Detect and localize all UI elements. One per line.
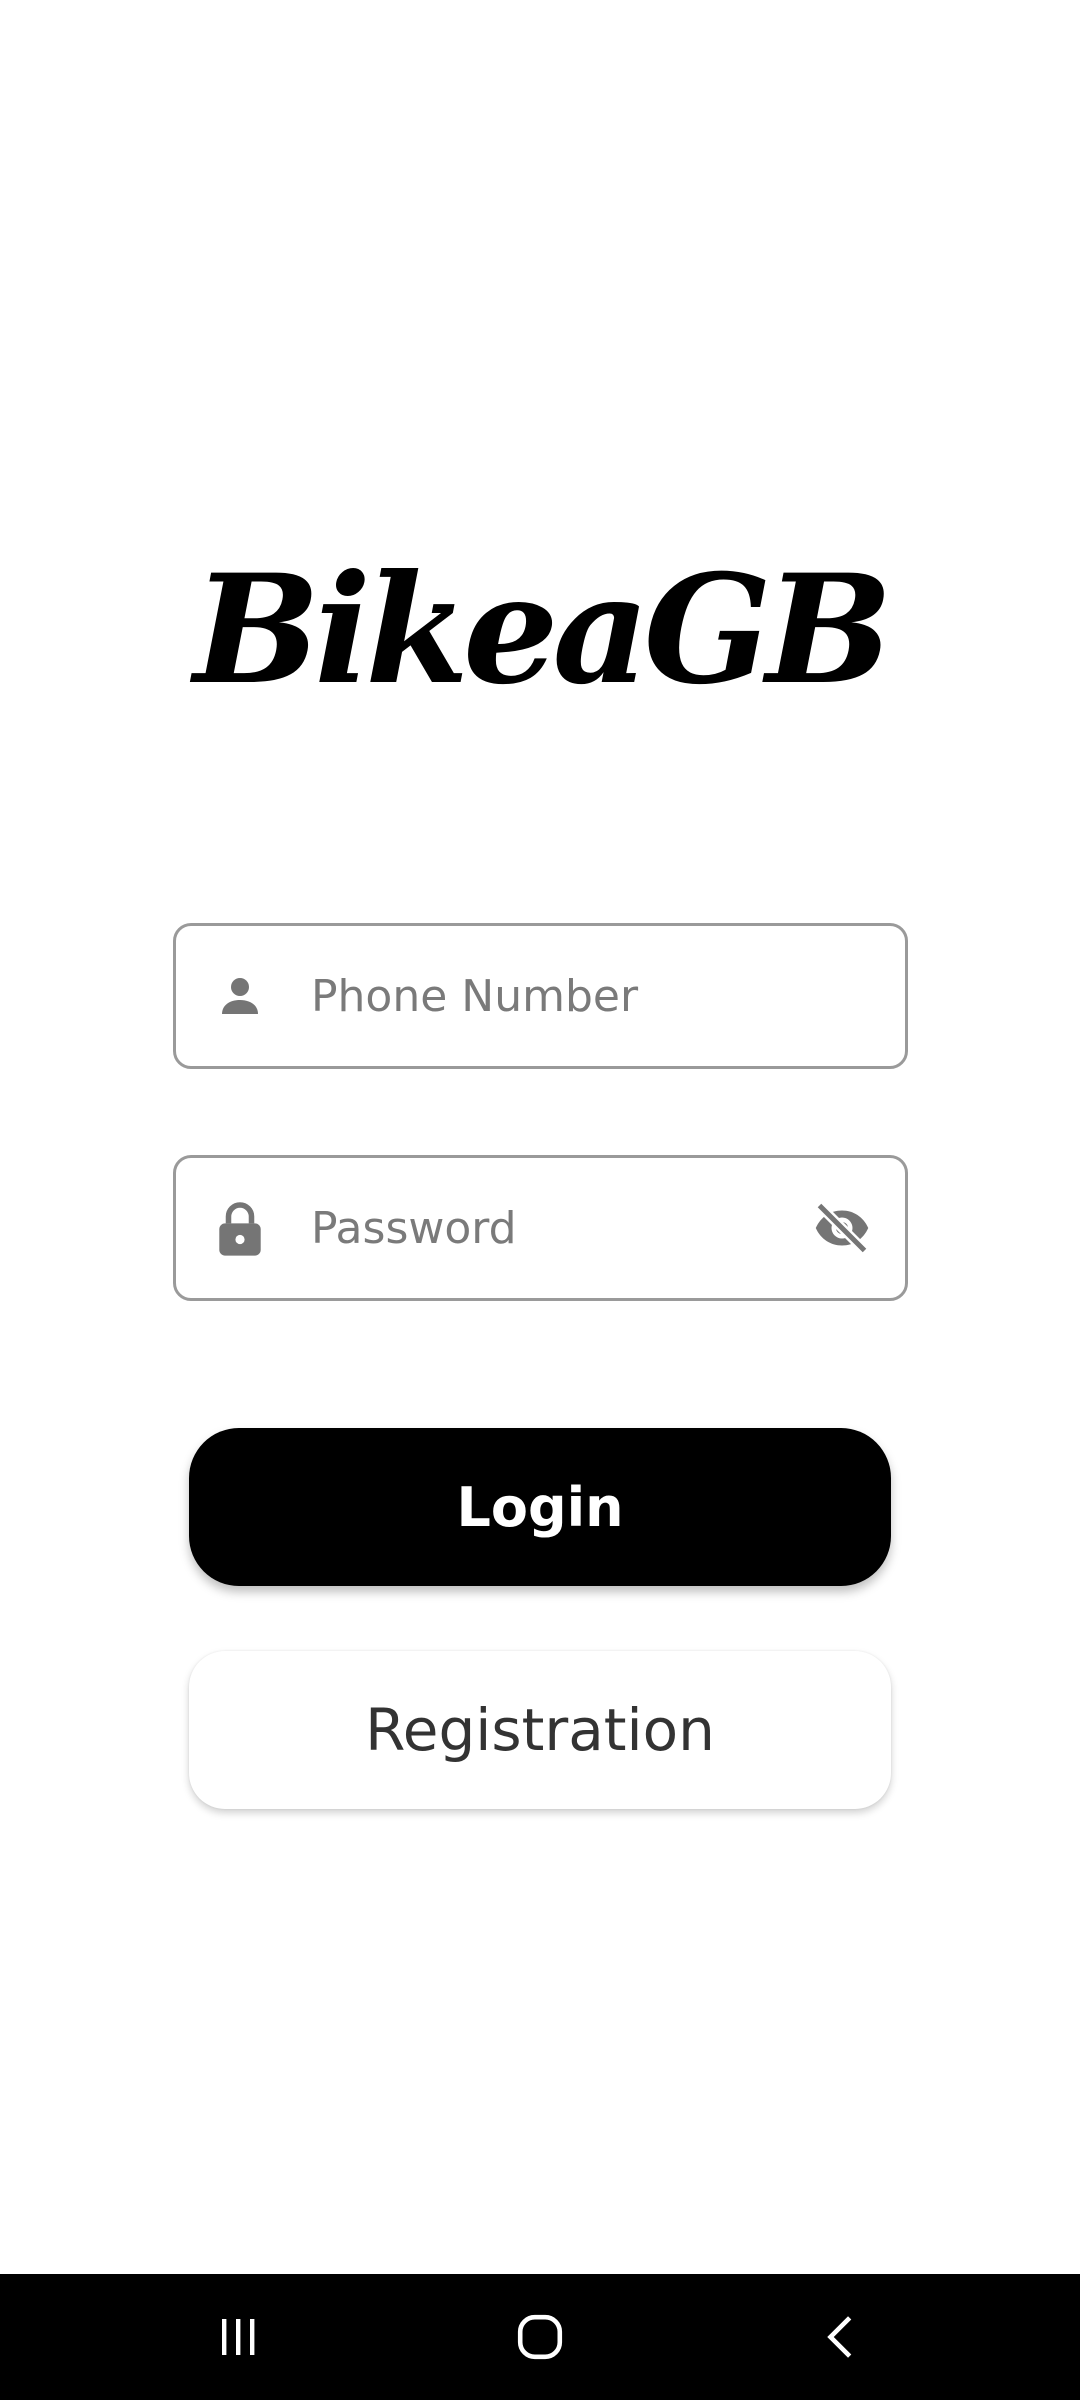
password-input[interactable]	[311, 1158, 811, 1298]
recents-icon[interactable]	[178, 2274, 298, 2400]
phone-number-input[interactable]	[311, 926, 811, 1066]
phone-number-field[interactable]	[173, 923, 908, 1069]
system-navigation-bar	[0, 2274, 1080, 2400]
back-icon[interactable]	[782, 2274, 902, 2400]
login-screen: BikeaGB Log	[0, 0, 1080, 2400]
person-icon	[214, 966, 266, 1026]
home-icon[interactable]	[480, 2274, 600, 2400]
password-field[interactable]	[173, 1155, 908, 1301]
registration-button[interactable]: Registration	[189, 1651, 891, 1809]
eye-off-icon[interactable]	[809, 1195, 875, 1261]
app-logo: BikeaGB	[193, 542, 892, 718]
lock-icon	[214, 1198, 266, 1258]
login-button[interactable]: Login	[189, 1428, 891, 1586]
